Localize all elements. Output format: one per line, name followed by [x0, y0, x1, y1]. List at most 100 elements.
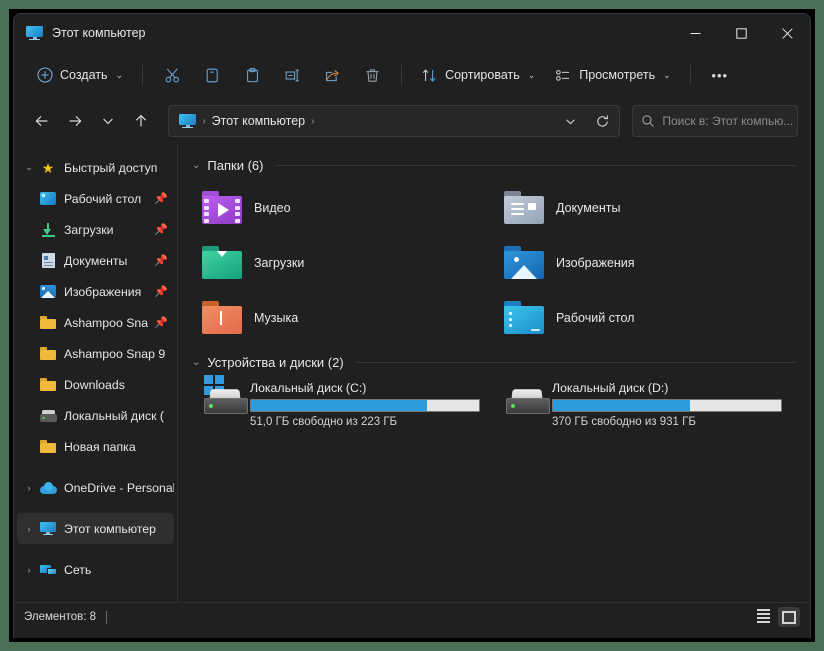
folder-music-icon [202, 301, 242, 334]
folder-item-video[interactable]: Видео [192, 180, 494, 235]
folder-item-downloads[interactable]: Загрузки [192, 235, 494, 290]
sidebar-item-label: Документы [64, 253, 128, 268]
search-input[interactable]: Поиск в: Этот компью... [632, 105, 798, 137]
share-button[interactable] [312, 59, 352, 91]
folder-item-label: Музыка [254, 310, 299, 325]
explorer-body: ⌄ ★ Быстрый доступ Рабочий стол 📌 Загруз… [14, 144, 810, 602]
refresh-button[interactable] [589, 108, 615, 134]
view-button[interactable]: Просмотреть ⌄ [545, 59, 680, 91]
pin-icon[interactable]: 📌 [154, 316, 168, 329]
folder-item-label: Изображения [556, 255, 635, 270]
trash-icon [364, 67, 381, 84]
view-button-label: Просмотреть [579, 68, 656, 82]
new-button[interactable]: Создать ⌄ [26, 59, 133, 91]
sidebar-item-label: Быстрый доступ [64, 160, 158, 175]
sidebar-item-local-disk[interactable]: Локальный диск ( [17, 400, 174, 431]
up-button[interactable] [125, 105, 156, 137]
chevron-right-icon[interactable]: › [19, 483, 39, 493]
breadcrumb-address-bar[interactable]: › Этот компьютер › [168, 105, 621, 137]
folders-grid: Видео Документы Загрузки Изображения Муз… [192, 180, 796, 345]
chevron-right-icon[interactable]: › [19, 565, 39, 575]
sort-button[interactable]: Сортировать ⌄ [411, 59, 545, 91]
pictures-icon [39, 285, 57, 298]
sidebar-item-this-pc[interactable]: › Этот компьютер [17, 513, 174, 544]
sidebar-item-documents[interactable]: Документы 📌 [17, 245, 174, 276]
folder-item-desktop[interactable]: Рабочий стол [494, 290, 796, 345]
sidebar-item-ashampoo-snap-9[interactable]: Ashampoo Snap 9 [17, 338, 174, 369]
search-placeholder: Поиск в: Этот компью... [662, 114, 794, 128]
folder-pictures-icon [504, 246, 544, 279]
minimize-button[interactable] [672, 14, 718, 52]
sidebar-item-network[interactable]: › Сеть [17, 554, 174, 585]
drive-label: Локальный диск (D:) [552, 381, 669, 395]
address-dropdown-button[interactable] [557, 108, 583, 134]
sidebar-item-pictures[interactable]: Изображения 📌 [17, 276, 174, 307]
sidebar-item-onedrive[interactable]: › OneDrive - Personal [17, 472, 175, 503]
sidebar-item-label: OneDrive - Personal [64, 480, 174, 495]
new-button-label: Создать [60, 68, 108, 82]
view-list-icon [555, 67, 572, 84]
paste-button[interactable] [232, 59, 272, 91]
maximize-button[interactable] [718, 14, 764, 52]
details-view-button[interactable] [752, 607, 774, 627]
more-options-button[interactable]: ••• [700, 59, 740, 91]
delete-button[interactable] [352, 59, 392, 91]
chevron-down-icon[interactable]: ⌄ [19, 162, 39, 173]
pin-icon[interactable]: 📌 [154, 254, 168, 267]
hdd-icon [504, 381, 552, 415]
forward-button[interactable] [59, 105, 90, 137]
star-icon: ★ [41, 159, 55, 176]
folder-icon [39, 378, 57, 391]
cut-button[interactable] [152, 59, 192, 91]
sidebar-item-quick-access[interactable]: ⌄ ★ Быстрый доступ [17, 152, 174, 183]
folders-group-header[interactable]: ⌄ Папки (6) [192, 154, 796, 176]
tiles-view-button[interactable] [778, 607, 800, 627]
sidebar-item-new-folder[interactable]: Новая папка [17, 431, 174, 462]
drive-usage-fill [553, 400, 690, 411]
monitor-icon [26, 25, 43, 41]
content-pane: ⌄ Папки (6) Видео Документы Загрузки Изо… [178, 144, 810, 602]
sidebar-item-ashampoo-sna[interactable]: Ashampoo Sna 📌 [17, 307, 174, 338]
folder-item-label: Загрузки [254, 255, 305, 270]
pin-icon[interactable]: 📌 [154, 192, 168, 205]
drive-item-c[interactable]: Локальный диск (C:) 51,0 ГБ свободно из … [192, 375, 494, 439]
close-button[interactable] [764, 14, 810, 52]
drives-group-header[interactable]: ⌄ Устройства и диски (2) [192, 351, 796, 373]
plus-circle-icon [36, 67, 53, 84]
address-bar-row: › Этот компьютер › Поиск в: Этот компью.… [14, 98, 810, 144]
window-title: Этот компьютер [52, 26, 146, 40]
folder-item-documents[interactable]: Документы [494, 180, 796, 235]
folder-icon [39, 440, 57, 453]
chevron-right-icon[interactable]: › [19, 524, 39, 534]
cloud-icon [39, 481, 57, 494]
document-icon [39, 253, 57, 268]
rename-button[interactable] [272, 59, 312, 91]
sort-button-label: Сортировать [445, 68, 520, 82]
folder-item-pictures[interactable]: Изображения [494, 235, 796, 290]
clipboard-icon [244, 67, 261, 84]
pin-icon[interactable]: 📌 [154, 223, 168, 236]
chevron-down-icon[interactable]: ⌄ [192, 160, 200, 171]
folder-video-icon [202, 191, 242, 224]
folder-icon [39, 316, 57, 329]
breadcrumb-current[interactable]: Этот компьютер [212, 114, 305, 128]
pin-icon[interactable]: 📌 [154, 285, 168, 298]
chevron-down-icon[interactable]: ⌄ [192, 357, 200, 368]
toolbar-divider [142, 65, 144, 85]
sidebar-item-downloads-folder[interactable]: Downloads [17, 369, 174, 400]
breadcrumb-separator-2[interactable]: › [311, 116, 314, 127]
back-button[interactable] [26, 105, 57, 137]
group-separator-line [354, 361, 796, 363]
navigation-sidebar[interactable]: ⌄ ★ Быстрый доступ Рабочий стол 📌 Загруз… [14, 144, 177, 602]
monitor-icon [179, 113, 197, 129]
sidebar-item-desktop[interactable]: Рабочий стол 📌 [17, 183, 174, 214]
sidebar-item-label: Этот компьютер [64, 521, 156, 536]
title-bar-left: Этот компьютер [14, 25, 146, 41]
copy-button[interactable] [192, 59, 232, 91]
drive-info: Локальный диск (C:) 51,0 ГБ свободно из … [250, 381, 494, 428]
drive-item-d[interactable]: Локальный диск (D:) 370 ГБ свободно из 9… [494, 377, 796, 439]
sidebar-item-label: Локальный диск ( [64, 408, 164, 423]
folder-item-music[interactable]: Музыка [192, 290, 494, 345]
recent-locations-button[interactable] [92, 105, 123, 137]
sidebar-item-downloads[interactable]: Загрузки 📌 [17, 214, 174, 245]
